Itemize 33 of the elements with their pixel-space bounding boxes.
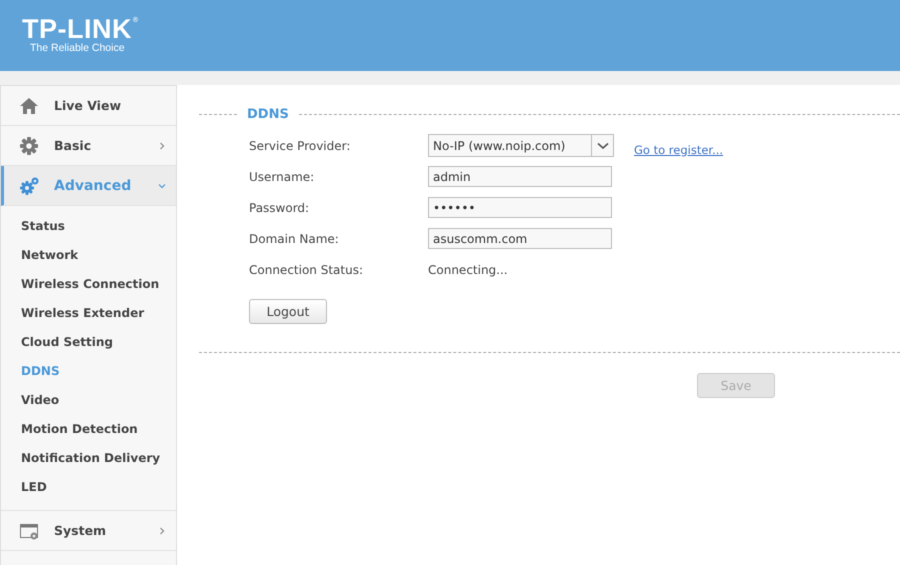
tagline: The Reliable Choice xyxy=(29,42,126,55)
chevron-icon xyxy=(158,526,166,534)
gear-icon xyxy=(19,136,39,156)
submenu-item[interactable]: Video xyxy=(1,386,176,415)
submenu-item[interactable]: LED xyxy=(1,473,176,502)
chevron-down-icon xyxy=(596,142,608,150)
chevron-icon xyxy=(158,182,166,190)
sidebar-item[interactable]: System xyxy=(1,511,176,551)
input-field[interactable]: asuscomm.com xyxy=(428,228,612,249)
provider-dropdown[interactable]: No-IP (www.noip.com) xyxy=(428,134,614,157)
submenu-item[interactable]: Wireless Extender xyxy=(1,299,176,328)
logo: TP-LINK xyxy=(22,16,132,42)
logout-button[interactable]: Logout xyxy=(249,299,327,324)
home-icon xyxy=(19,96,39,116)
field-label: Service Provider: xyxy=(249,138,352,152)
chevron-icon xyxy=(158,142,166,150)
status-value: Connecting... xyxy=(428,262,508,276)
field-label: Domain Name: xyxy=(249,232,340,246)
field-label: Connection Status: xyxy=(249,262,364,276)
submenu-item[interactable]: Status xyxy=(1,212,176,241)
section-title: DDNS xyxy=(247,107,289,122)
submenu-item[interactable]: Cloud Setting xyxy=(1,328,176,357)
submenu-item[interactable]: Motion Detection xyxy=(1,415,176,444)
sidebar-item[interactable]: Live View xyxy=(1,86,176,126)
submenu-item[interactable]: Network xyxy=(1,241,176,270)
field-label: Password: xyxy=(249,200,310,214)
input-field[interactable]: •••••• xyxy=(428,197,612,218)
input-field[interactable]: admin xyxy=(428,166,612,187)
submenu-item[interactable]: Wireless Connection xyxy=(1,270,176,299)
submenu-item[interactable]: Notification Delivery xyxy=(1,444,176,473)
field-label: Username: xyxy=(249,170,316,184)
register-link[interactable]: Go to register... xyxy=(634,142,724,156)
gears-icon xyxy=(19,176,39,196)
